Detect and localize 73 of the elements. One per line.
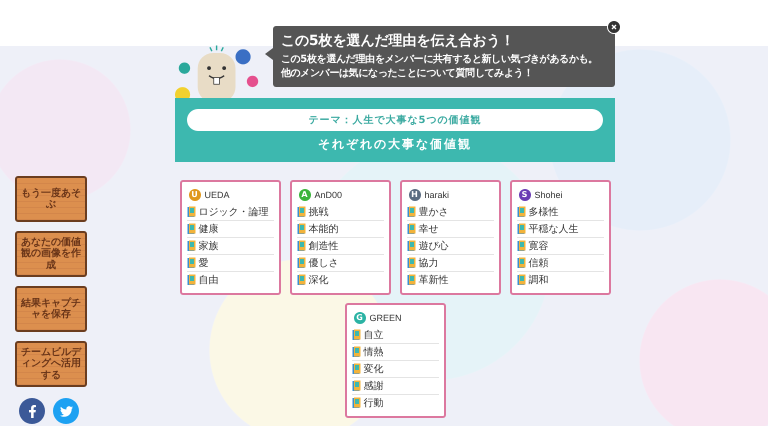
member-avatar: U: [188, 189, 200, 201]
card-icon: [406, 257, 416, 269]
value-label: 愛: [198, 256, 208, 270]
member-name: UEDA: [204, 190, 230, 200]
card-icon: [352, 346, 360, 358]
card-icon: [406, 223, 416, 235]
card-icon: [516, 274, 526, 286]
twitter-icon[interactable]: [53, 398, 79, 424]
card-icon: [296, 274, 306, 286]
close-button[interactable]: [607, 20, 621, 34]
card-icon: [406, 240, 416, 252]
card-icon: [296, 223, 306, 235]
member-avatar: H: [408, 189, 420, 201]
card-icon: [352, 363, 360, 375]
value-label: 深化: [308, 274, 328, 287]
card-icon: [296, 240, 306, 252]
member-avatar: G: [354, 312, 366, 324]
card-icon: [406, 206, 416, 218]
value-label: 本能的: [308, 222, 338, 236]
value-label: ロジック・論理: [198, 206, 268, 219]
value-label: 革新性: [418, 274, 448, 287]
card-icon: [186, 257, 196, 269]
member-avatar: A: [298, 189, 310, 201]
card-icon: [186, 223, 196, 235]
wood-button[interactable]: チームビルディングへ活用する: [15, 341, 87, 387]
bubble-text: この5枚を選んだ理由をメンバーに共有すると新しい気づきがあるかも。: [280, 53, 599, 66]
bubble-text: 他のメンバーは気になったことについて質問してみよう！: [280, 66, 534, 80]
member-avatar: S: [518, 189, 530, 201]
card-icon: [516, 240, 526, 252]
value-label: 創造性: [308, 240, 338, 253]
value-label: 寛容: [528, 240, 548, 253]
value-label: 自立: [364, 328, 384, 342]
card-icon: [352, 380, 360, 392]
value-label: 多様性: [528, 206, 558, 219]
wood-button[interactable]: 結果キャプチャを保存: [15, 286, 87, 332]
member-name: GREEN: [370, 313, 402, 323]
theme-label: テーマ：人生で大事な5つの価値観: [187, 109, 603, 131]
value-label: 変化: [364, 362, 384, 376]
card-icon: [516, 206, 526, 218]
member-name: AnD00: [314, 190, 342, 200]
bubble-title: この5枚を選んだ理由を伝え合おう！: [280, 32, 516, 50]
member-name: haraki: [424, 190, 450, 200]
card-icon: [516, 223, 526, 235]
banner-heading: それぞれの大事な価値観: [318, 136, 472, 153]
value-label: 健康: [198, 222, 218, 236]
value-label: 優しさ: [308, 257, 338, 270]
wood-button[interactable]: もう一度あそぶ: [15, 176, 87, 222]
member-name: Shohei: [534, 190, 563, 200]
card-icon: [186, 240, 196, 252]
value-label: 平穏な人生: [528, 222, 578, 236]
value-label: 行動: [364, 397, 384, 410]
card-icon: [296, 257, 306, 269]
value-label: 自由: [198, 274, 218, 287]
card-icon: [516, 257, 526, 269]
card-icon: [352, 329, 360, 341]
card-icon: [186, 206, 196, 218]
value-label: 幸せ: [418, 222, 438, 236]
value-label: 豊かさ: [418, 206, 448, 219]
card-icon: [296, 206, 306, 218]
value-label: 調和: [528, 274, 548, 287]
card-icon: [406, 274, 416, 286]
close-icon: [611, 24, 617, 30]
value-label: 家族: [198, 240, 218, 253]
card-icon: [186, 274, 196, 286]
value-label: 信頼: [528, 256, 548, 270]
card-icon: [352, 397, 360, 409]
value-label: 情熱: [364, 346, 384, 359]
facebook-icon[interactable]: [19, 398, 45, 424]
value-label: 協力: [418, 256, 438, 270]
wood-button[interactable]: あなたの価値観の画像を作成: [15, 231, 87, 277]
value-label: 挑戦: [308, 206, 328, 219]
value-label: 遊び心: [418, 240, 448, 253]
value-label: 感謝: [364, 380, 384, 393]
